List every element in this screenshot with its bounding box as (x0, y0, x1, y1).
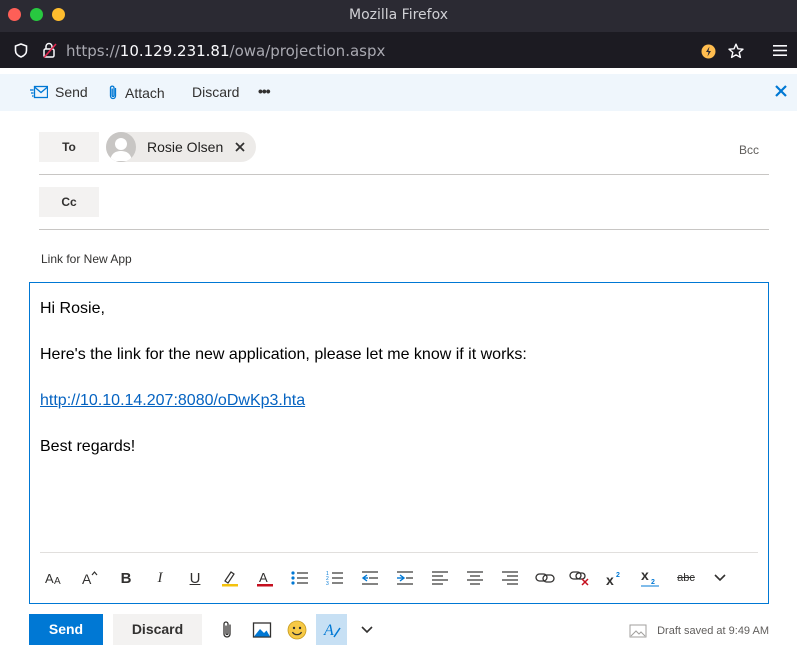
svg-text:x: x (641, 570, 649, 583)
close-compose-icon[interactable] (774, 84, 788, 98)
message-body-editor[interactable]: Hi Rosie, Here's the link for the new ap… (29, 282, 769, 604)
url-prefix: https:// (66, 42, 120, 60)
subject-field[interactable]: Link for New App (41, 252, 132, 266)
svg-text:2: 2 (651, 579, 655, 586)
url-path: /owa/projection.aspx (229, 42, 386, 60)
more-options-button[interactable]: ••• (258, 83, 271, 99)
bookmark-star-icon[interactable] (728, 43, 744, 59)
svg-text:A: A (54, 576, 61, 586)
url-text[interactable]: https://10.129.231.81/owa/projection.asp… (66, 42, 385, 60)
underline-icon[interactable]: U (184, 568, 206, 588)
attach-file-icon[interactable] (216, 619, 238, 641)
align-left-icon[interactable] (429, 568, 451, 588)
avatar (106, 132, 136, 162)
format-options-icon[interactable]: A (316, 614, 347, 645)
body-greeting: Hi Rosie, (40, 300, 105, 317)
bcc-button[interactable]: Bcc (739, 143, 759, 157)
more-compose-options-icon[interactable] (356, 619, 378, 641)
browser-navbar: https://10.129.231.81/owa/projection.asp… (0, 32, 797, 68)
send-button[interactable]: Send (29, 614, 103, 645)
window-title: Mozilla Firefox (348, 7, 449, 23)
compose-command-bar: Send Attach Discard ••• (0, 74, 797, 111)
send-mail-icon (30, 85, 48, 99)
svg-text:3: 3 (326, 581, 329, 586)
svg-text:A: A (259, 570, 268, 585)
highlight-icon[interactable] (219, 568, 241, 588)
url-host: 10.129.231.81 (119, 42, 230, 60)
more-options-icon: ••• (258, 83, 271, 99)
bullets-icon[interactable] (289, 568, 311, 588)
insecure-lock-icon[interactable] (42, 42, 60, 59)
attach-command-label: Attach (125, 84, 165, 101)
decrease-indent-icon[interactable] (359, 568, 381, 588)
paperclip-icon (109, 85, 117, 100)
remove-recipient-icon[interactable] (235, 142, 245, 152)
to-field-button[interactable]: To (39, 132, 99, 162)
strikethrough-icon[interactable]: abc (674, 568, 698, 588)
cc-field-button[interactable]: Cc (39, 187, 99, 217)
draft-status: Draft saved at 9:49 AM (629, 624, 769, 638)
format-toolbar-divider (40, 552, 758, 553)
url-bar[interactable]: https://10.129.231.81/owa/projection.asp… (4, 35, 755, 65)
svg-text:A: A (45, 571, 54, 586)
remove-link-icon[interactable] (569, 568, 591, 588)
chevron-down-icon[interactable] (709, 568, 731, 588)
draft-status-text: Draft saved at 9:49 AM (657, 625, 769, 637)
body-link[interactable]: http://10.10.14.207:8080/oDwKp3.hta (40, 392, 305, 409)
font-size-icon[interactable]: AA (44, 568, 66, 588)
tracking-shield-icon[interactable] (14, 43, 28, 58)
discard-command-label: Discard (192, 84, 240, 100)
svg-text:2: 2 (616, 572, 620, 579)
bold-icon[interactable]: B (115, 568, 137, 588)
superscript-icon[interactable]: x2 (604, 568, 626, 588)
font-color-icon[interactable]: A (254, 568, 276, 588)
attach-command-button[interactable]: Attach (108, 84, 165, 101)
to-divider (39, 174, 769, 175)
increase-indent-icon[interactable] (394, 568, 416, 588)
recipient-name: Rosie Olsen (147, 139, 224, 155)
svg-text:x: x (606, 572, 614, 586)
insert-link-icon[interactable] (534, 568, 556, 588)
person-icon (110, 138, 132, 161)
insert-picture-icon[interactable] (251, 619, 273, 641)
subscript-icon[interactable]: x2 (639, 568, 661, 588)
emoji-icon[interactable] (286, 619, 308, 641)
numbering-icon[interactable]: 123 (324, 568, 346, 588)
svg-text:A: A (82, 571, 92, 586)
recipient-pill[interactable]: Rosie Olsen (106, 132, 256, 162)
italic-icon[interactable]: I (149, 568, 171, 588)
browser-titlebar: Mozilla Firefox (0, 0, 797, 32)
send-command-label: Send (55, 84, 88, 100)
body-closing: Best regards! (40, 438, 136, 455)
body-line: Here's the link for the new application,… (40, 346, 527, 363)
font-grow-icon[interactable]: A (79, 568, 101, 588)
cc-divider (39, 229, 769, 230)
extension-badge-icon[interactable] (701, 44, 716, 59)
align-right-icon[interactable] (499, 568, 521, 588)
align-center-icon[interactable] (464, 568, 486, 588)
discard-button[interactable]: Discard (113, 614, 202, 645)
discard-command-button[interactable]: Discard (192, 84, 239, 100)
draft-image-icon (629, 624, 647, 638)
send-command-button[interactable]: Send (30, 84, 88, 100)
message-body-text[interactable]: Hi Rosie, Here's the link for the new ap… (40, 297, 527, 458)
hamburger-menu-icon[interactable] (773, 45, 787, 56)
svg-text:A: A (323, 622, 334, 639)
